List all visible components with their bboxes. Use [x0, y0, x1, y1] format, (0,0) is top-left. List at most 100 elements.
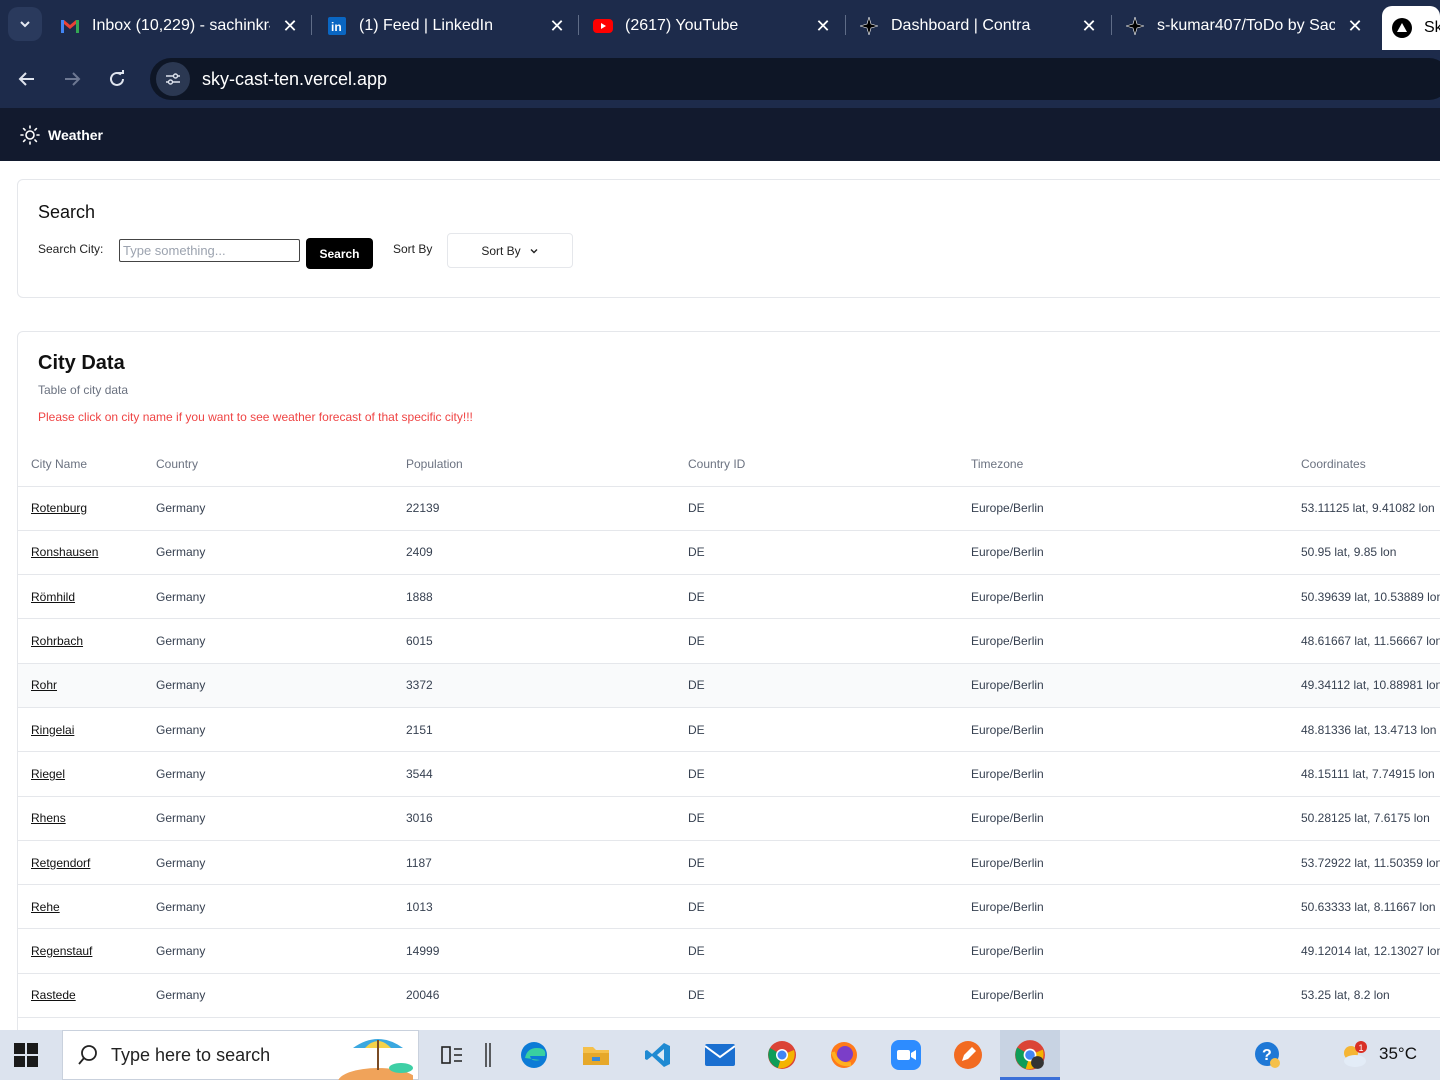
population-cell: 3372 [393, 663, 675, 708]
close-icon[interactable]: ✕ [1079, 16, 1099, 37]
table-header-row: City Name Country Population Country ID … [18, 443, 1440, 487]
browser-tab-linkedin[interactable]: in (1) Feed | LinkedIn ✕ [327, 8, 567, 44]
edge-icon[interactable] [518, 1039, 550, 1071]
sort-by-dropdown[interactable]: Sort By [447, 233, 573, 268]
table-row: Ronshausen Germany 2409 DE Europe/Berlin 50.9… [18, 530, 1440, 576]
close-icon[interactable]: ✕ [813, 16, 833, 37]
browser-tab-github[interactable]: s-kumar407/ToDo by Sachin ✕ [1125, 8, 1365, 44]
reload-button[interactable] [100, 62, 134, 96]
url-text: sky-cast-ten.vercel.app [202, 68, 388, 89]
search-icon [78, 1045, 97, 1065]
population-cell: 22139 [393, 486, 675, 531]
timezone-cell: Europe/Berlin [958, 751, 1288, 797]
file-explorer-icon[interactable] [580, 1039, 612, 1071]
city-name-link[interactable]: Rhens [31, 811, 66, 825]
app-brand[interactable]: Weather [48, 127, 103, 143]
close-icon[interactable]: ✕ [547, 16, 567, 37]
pen-tool-icon[interactable] [952, 1039, 984, 1071]
country-id-cell: DE [675, 530, 958, 576]
site-info-icon[interactable] [156, 62, 190, 96]
coordinates-cell: 53.72922 lat, 11.50359 lon [1288, 840, 1440, 886]
country-id-cell: DE [675, 928, 958, 974]
city-name-link[interactable]: Rehe [31, 900, 60, 914]
close-icon[interactable]: ✕ [280, 16, 300, 37]
taskbar-active-app[interactable] [1000, 1030, 1060, 1080]
population-cell: 3016 [393, 796, 675, 841]
city-data-table: City Name Country Population Country ID … [18, 443, 1440, 1050]
city-data-subtitle: Table of city data [38, 383, 129, 397]
tab-title: Inbox (10,229) - sachinkr407 [92, 17, 270, 34]
weather-icon[interactable]: 1 [1338, 1039, 1370, 1071]
city-name-cell: Rastede [18, 973, 143, 1019]
chevron-down-icon [20, 21, 30, 28]
timezone-cell: Europe/Berlin [958, 530, 1288, 576]
table-row: Retgendorf Germany 1187 DE Europe/Berlin 53.7… [18, 840, 1440, 886]
country-id-cell: DE [675, 486, 958, 531]
country-id-cell: DE [675, 574, 958, 620]
chrome-icon[interactable] [766, 1039, 798, 1071]
browser-tab-youtube[interactable]: (2617) YouTube ✕ [593, 8, 833, 44]
country-id-cell: DE [675, 618, 958, 664]
zoom-icon[interactable] [890, 1039, 922, 1071]
sun-icon [20, 124, 40, 145]
country-cell: Germany [143, 973, 393, 1019]
city-name-cell: Rohrbach [18, 618, 143, 664]
timezone-cell: Europe/Berlin [958, 618, 1288, 664]
tab-title: Dashboard | Contra [891, 17, 1031, 34]
country-cell: Germany [143, 574, 393, 620]
city-name-link[interactable]: Retgendorf [31, 856, 90, 870]
city-name-link[interactable]: Rohr [31, 678, 57, 692]
task-view-icon[interactable] [436, 1039, 468, 1071]
chrome-icon [1015, 1040, 1045, 1070]
taskbar-search[interactable]: Type here to search [62, 1030, 419, 1080]
city-name-cell: Rotenburg [18, 486, 143, 531]
city-name-link[interactable]: Römhild [31, 590, 75, 604]
taskbar-search-placeholder: Type here to search [111, 1044, 271, 1065]
widgets-divider-icon [472, 1039, 504, 1071]
city-name-link[interactable]: Riegel [31, 767, 65, 781]
country-cell: Germany [143, 751, 393, 797]
country-cell: Germany [143, 707, 393, 753]
browser-tab-active[interactable]: Sky [1382, 6, 1440, 50]
tab-title: s-kumar407/ToDo by Sachin [1157, 17, 1335, 34]
city-data-note: Please click on city name if you want to… [38, 410, 473, 424]
browser-tab-gmail[interactable]: Inbox (10,229) - sachinkr407 ✕ [60, 8, 300, 44]
vscode-icon[interactable] [642, 1039, 674, 1071]
arrow-right-icon [65, 72, 81, 86]
help-icon[interactable]: ? [1252, 1039, 1284, 1071]
city-name-link[interactable]: Ronshausen [31, 545, 98, 559]
forward-button[interactable] [55, 62, 89, 96]
contra-icon [859, 16, 879, 36]
youtube-icon [593, 16, 613, 36]
svg-text:in: in [331, 20, 342, 34]
table-row: Rhens Germany 3016 DE Europe/Berlin 50.28125 … [18, 796, 1440, 841]
timezone-cell: Europe/Berlin [958, 707, 1288, 753]
tab-divider [845, 15, 846, 35]
browser-tab-contra[interactable]: Dashboard | Contra ✕ [859, 8, 1099, 44]
city-name-link[interactable]: Rohrbach [31, 634, 83, 648]
timezone-cell: Europe/Berlin [958, 973, 1288, 1019]
close-icon[interactable]: ✕ [1345, 16, 1365, 37]
city-name-cell: Regenstauf [18, 928, 143, 974]
taskbar: Type here to search ? 1 35°C [0, 1030, 1440, 1080]
reload-icon [110, 70, 124, 86]
column-header: Country [143, 443, 393, 487]
address-bar[interactable]: sky-cast-ten.vercel.app [150, 58, 1440, 100]
firefox-icon[interactable] [828, 1039, 860, 1071]
city-name-link[interactable]: Rastede [31, 988, 76, 1002]
timezone-cell: Europe/Berlin [958, 884, 1288, 930]
back-button[interactable] [10, 62, 44, 96]
tab-search-button[interactable] [8, 7, 42, 41]
windows-start-icon[interactable] [14, 1043, 38, 1067]
table-row: Ringelai Germany 2151 DE Europe/Berlin 48.813… [18, 707, 1440, 753]
search-button[interactable]: Search [306, 238, 373, 269]
search-input[interactable] [119, 239, 300, 262]
country-cell: Germany [143, 486, 393, 531]
country-cell: Germany [143, 840, 393, 886]
search-card: Search Search City: Search Sort By Sort … [17, 179, 1440, 298]
coordinates-cell: 49.34112 lat, 10.88981 lon [1288, 663, 1440, 708]
mail-icon[interactable] [704, 1039, 736, 1071]
city-name-link[interactable]: Rotenburg [31, 501, 87, 515]
city-name-link[interactable]: Regenstauf [31, 944, 92, 958]
city-name-link[interactable]: Ringelai [31, 723, 74, 737]
